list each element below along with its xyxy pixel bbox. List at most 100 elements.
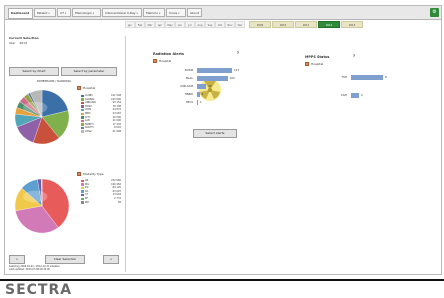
tab-plain-angio[interactable]: Plain/Angio ▾ <box>72 8 101 17</box>
legend-label: Other <box>85 130 92 134</box>
bar[interactable] <box>197 68 232 73</box>
modality-legend: CR232 660MG190 462DX84 125XA63 097CT13 0… <box>81 179 121 204</box>
month-jul[interactable]: Jul <box>185 21 195 28</box>
dropdown-icon: ▾ <box>137 12 138 15</box>
mpps-status-title: MPPS Status <box>305 55 329 59</box>
year-value[interactable]: 2012 <box>19 41 27 45</box>
dropdown-icon: ▾ <box>159 12 160 15</box>
bar[interactable] <box>197 100 198 105</box>
legend-value: 41 948 <box>113 130 121 134</box>
month-feb[interactable]: Feb <box>135 21 145 28</box>
bar-value: 30 <box>208 84 212 88</box>
tab-cross[interactable]: Cross ▾ <box>166 8 186 17</box>
dropdown-icon: ▾ <box>93 12 94 15</box>
bar-value: 8 <box>385 75 387 79</box>
legend-row[interactable]: MR 56 <box>81 201 121 205</box>
legend-swatch <box>81 109 84 112</box>
modality-icon <box>77 172 81 176</box>
radiation-icon <box>198 78 222 102</box>
month-jan[interactable]: Jan <box>125 21 135 28</box>
bar-label: HELS <box>159 100 193 104</box>
legend-swatch <box>81 105 84 108</box>
month-nov[interactable]: Nov <box>225 21 235 28</box>
legend-swatch <box>81 187 84 190</box>
bar-value: 1 <box>200 100 202 104</box>
month-apr[interactable]: Apr <box>155 21 165 28</box>
footer-status: Selecting 2009-01-01 / 2012-12-31 situat… <box>9 265 60 271</box>
month-may[interactable]: May <box>165 21 175 28</box>
tab-ct[interactable]: CT ▾ <box>57 8 71 17</box>
bar[interactable] <box>197 92 200 97</box>
bar-value: 102 <box>230 76 235 80</box>
legend-swatch <box>81 123 84 126</box>
month-mar[interactable]: Mar <box>145 21 155 28</box>
bar-label: NUSM <box>159 68 193 72</box>
hospital-legend-header: Hospital <box>77 86 95 90</box>
hospital-pie-chart[interactable] <box>13 88 71 146</box>
tab-about[interactable]: About <box>187 8 202 17</box>
mpps-hospital-header: Hospital <box>305 62 323 66</box>
legend-swatch <box>81 194 84 197</box>
mpps-help-icon[interactable]: ? <box>353 54 355 58</box>
bar[interactable] <box>197 76 228 81</box>
clear-selection-button[interactable]: Clear Selection <box>45 255 85 264</box>
next-button[interactable]: > <box>103 255 119 264</box>
hospital-icon <box>153 59 157 63</box>
select-alerts-button[interactable]: Select Alerts <box>193 129 237 138</box>
legend-swatch <box>81 183 84 186</box>
year-label: Year <box>9 41 15 45</box>
month-sep[interactable]: Sep <box>205 21 215 28</box>
month-oct[interactable]: Oct <box>215 21 225 28</box>
hospital-icon <box>305 62 309 66</box>
year-2012[interactable]: 2012 <box>318 21 340 28</box>
sectra-logo: SECTRA <box>5 283 72 297</box>
bar[interactable] <box>351 75 383 80</box>
prev-button[interactable]: < <box>9 255 25 264</box>
legend-swatch <box>81 102 84 105</box>
radiation-hospital-header: Hospital <box>153 59 171 63</box>
dimension-title: DIMENSION / RANKING <box>37 79 71 83</box>
bar-label: TSH <box>313 75 347 79</box>
modality-pie-chart[interactable] <box>13 176 71 236</box>
footer-divider <box>0 279 444 281</box>
legend-swatch <box>81 98 84 101</box>
tab-bar: Dashboard Patient ▾ CT ▾ Plain/Angio ▾ I… <box>5 6 441 20</box>
legend-swatch <box>81 198 84 201</box>
legend-value: 56 <box>118 201 121 205</box>
bar-label: CGH <box>313 93 347 97</box>
radiation-help-icon[interactable]: ? <box>237 51 239 55</box>
select-by-parameter-button[interactable]: Select by parameter <box>61 67 117 76</box>
legend-swatch <box>81 120 84 123</box>
bar-label: UNILASM <box>159 84 193 88</box>
bar[interactable] <box>197 84 206 89</box>
bar[interactable] <box>351 93 359 98</box>
dropdown-icon: ▾ <box>65 12 66 15</box>
tab-dashboard[interactable]: Dashboard <box>8 8 33 19</box>
month-aug[interactable]: Aug <box>195 21 205 28</box>
legend-row[interactable]: Other 41 948 <box>81 130 121 134</box>
year-selection-row: Year 2012 <box>9 41 27 45</box>
tab-patient[interactable]: Patient ▾ <box>34 8 56 17</box>
year-2013[interactable]: 2013 <box>341 21 363 28</box>
month-dec[interactable]: Dec <box>235 21 245 28</box>
bar-label: BLAL <box>159 76 193 80</box>
legend-swatch <box>81 95 84 98</box>
modality-legend-header: Modality Type <box>77 172 104 176</box>
legend-label: MR <box>85 201 89 205</box>
legend-swatch <box>81 127 84 130</box>
bar-value: 117 <box>234 68 239 72</box>
tab-interventional-xray[interactable]: Interventional X-Ray ▾ <box>102 8 142 17</box>
current-selection-title: Current Selection <box>9 36 39 40</box>
legend-swatch <box>81 116 84 119</box>
month-jun[interactable]: Jun <box>175 21 185 28</box>
pie-gloss <box>23 102 47 114</box>
tab-mammo[interactable]: Mammo ▾ <box>143 8 165 17</box>
year-2011[interactable]: 2011 <box>295 21 317 28</box>
year-2010[interactable]: 2010 <box>272 21 294 28</box>
radiation-alerts-title: Radiation Alerts <box>153 52 184 56</box>
year-2009[interactable]: 2009 <box>249 21 271 28</box>
bar-value: 6 <box>202 92 204 96</box>
dashboard-window: Dashboard Patient ▾ CT ▾ Plain/Angio ▾ I… <box>4 5 442 275</box>
left-panel: Current Selection Year 2012 Select by Ch… <box>7 36 126 272</box>
select-by-chart-button[interactable]: Select by Chart <box>9 67 59 76</box>
